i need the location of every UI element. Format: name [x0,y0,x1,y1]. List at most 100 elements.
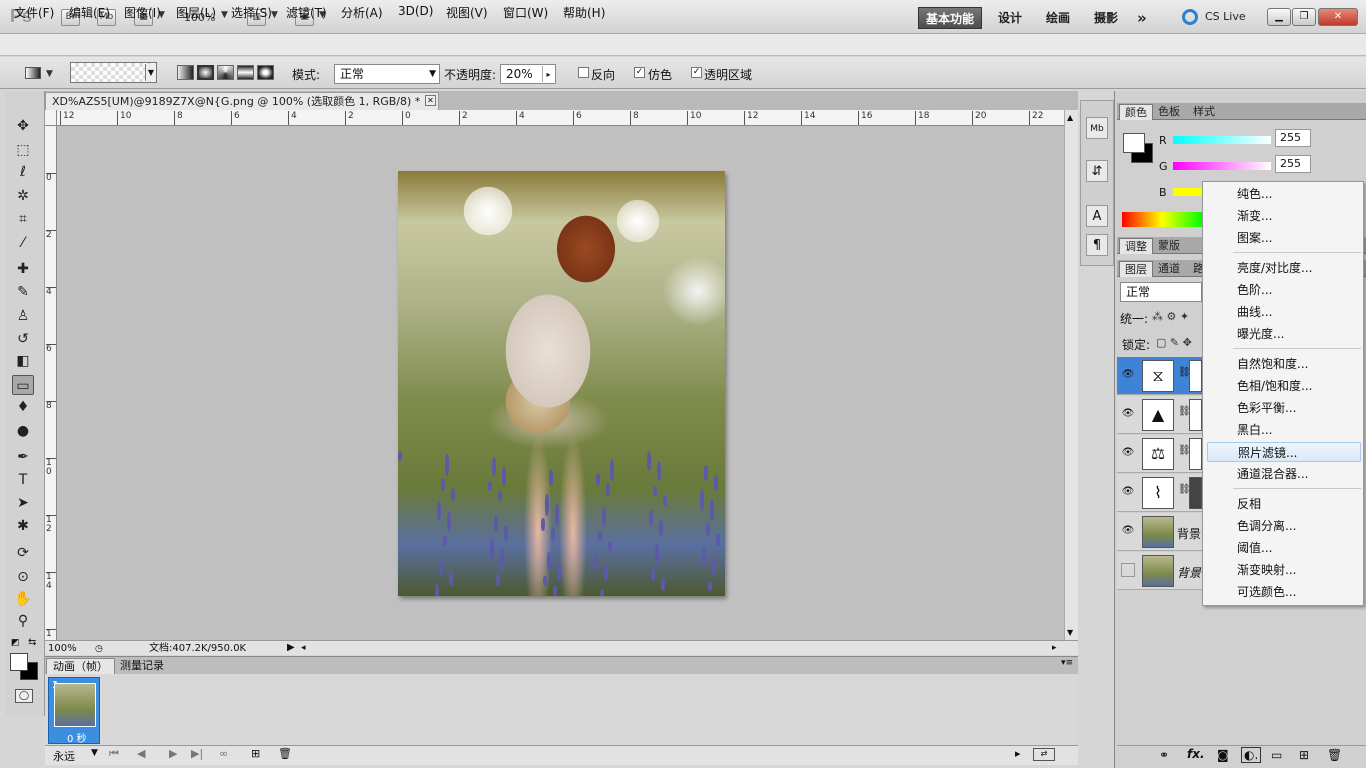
linear-gradient-icon[interactable] [177,65,194,80]
swap-colors-icon[interactable]: ⇆ [28,637,36,648]
menu-analysis[interactable]: 分析(A) [341,4,383,21]
menu-help[interactable]: 帮助(H) [563,4,605,21]
layer-row[interactable]: 👁 ▲ ⛓ [1117,396,1202,434]
workspace-photography[interactable]: 摄影 [1087,7,1125,29]
foreground-color-swatch[interactable] [10,653,28,671]
tab-layers[interactable]: 图层 [1119,261,1153,277]
chevron-down-icon[interactable]: ▼ [91,748,98,758]
tab-styles[interactable]: 样式 [1188,104,1220,120]
dodge-tool-icon[interactable]: ● [12,421,34,441]
history-panel-icon[interactable]: ⇵ [1086,160,1108,182]
eye-icon[interactable]: 👁 [1121,446,1135,460]
status-zoom[interactable]: 100% [48,642,77,656]
scroll-up-icon[interactable]: ▲ [1067,113,1073,122]
chevron-down-icon[interactable]: ▼ [271,10,278,20]
menu-item-threshold[interactable]: 阈值... [1237,538,1272,558]
paragraph-panel-icon[interactable]: ¶ [1086,234,1108,256]
menu-file[interactable]: 文件(F) [14,4,54,21]
menu-item-black-white[interactable]: 黑白... [1237,420,1272,440]
shape-tool-icon[interactable]: ✱ [12,516,34,536]
foreground-color-swatch[interactable] [1123,133,1145,153]
close-document-icon[interactable]: ✕ [425,95,436,106]
menu-item-solid-color[interactable]: 纯色... [1237,184,1272,204]
loop-option[interactable]: 永远 [53,748,75,764]
panel-menu-icon[interactable]: ▾≡ [1061,658,1073,668]
character-panel-icon[interactable]: A [1086,205,1108,227]
quick-selection-tool-icon[interactable]: ✲ [12,186,34,206]
default-colors-icon[interactable]: ◩ [11,638,20,648]
layer-name[interactable]: 背景 [1177,564,1201,581]
menu-view[interactable]: 视图(V) [446,4,488,21]
crop-tool-icon[interactable]: ⌗ [12,209,34,229]
workspace-design[interactable]: 设计 [991,7,1029,29]
mini-bridge-panel-icon[interactable]: Mb [1086,117,1108,139]
menu-select[interactable]: 选择(S) [231,4,272,21]
hand-tool-icon[interactable]: ✋ [12,589,34,609]
adjustment-layer-icon[interactable]: ◐. [1241,747,1262,763]
menu-filter[interactable]: 滤镜(T) [286,4,327,21]
vertical-ruler[interactable]: 0 2 4 6 8 1 0 1 2 1 4 1 [45,126,57,640]
tween-icon[interactable]: ∞ [219,747,228,760]
menu-item-brightness-contrast[interactable]: 亮度/对比度... [1237,258,1313,278]
menu-item-posterize[interactable]: 色调分离... [1237,516,1296,536]
workspace-painting[interactable]: 绘画 [1039,7,1077,29]
layer-row[interactable]: 背景 [1117,552,1202,590]
fx-icon[interactable]: fx. [1187,747,1205,761]
menu-item-pattern[interactable]: 图案... [1237,228,1272,248]
menu-item-selective-color[interactable]: 可选颜色... [1237,582,1296,602]
layer-row[interactable]: 👁 ⧖ ⛓ [1117,357,1202,395]
link-layers-icon[interactable]: ⚭ [1159,748,1169,762]
eye-icon[interactable]: 👁 [1121,485,1135,499]
status-info-icon[interactable]: ◷ [95,642,103,656]
new-frame-icon[interactable]: ⊞ [251,747,260,760]
transparency-checkbox[interactable]: ✓ [691,67,702,78]
menu-window[interactable]: 窗口(W) [503,4,548,21]
type-tool-icon[interactable]: T [12,470,34,490]
unify-icons[interactable]: ⁂ ⚙ ✦ [1152,310,1189,323]
g-slider[interactable] [1173,162,1271,170]
menu-item-curves[interactable]: 曲线... [1237,302,1272,322]
lock-icons[interactable]: ▢ ✎ ✥ [1156,336,1192,349]
menu-item-gradient[interactable]: 渐变... [1237,206,1272,226]
add-mask-icon[interactable]: ◙ [1217,748,1229,762]
workspace-essentials[interactable]: 基本功能 [918,7,983,29]
brush-tool-icon[interactable]: ✎ [12,282,34,302]
chevron-down-icon[interactable]: ▼ [145,64,156,81]
cs-live-icon[interactable] [1182,9,1198,25]
menu-item-photo-filter[interactable]: 照片滤镜... [1207,442,1361,462]
blend-mode-select[interactable]: 正常 [1120,282,1202,302]
new-group-icon[interactable]: ▭ [1271,748,1282,762]
menu-3d[interactable]: 3D(D) [398,4,433,18]
eyedropper-tool-icon[interactable]: ⁄ [12,233,34,253]
first-frame-icon[interactable]: ⏮ [109,747,119,761]
menu-item-gradient-map[interactable]: 渐变映射... [1237,560,1296,580]
cs-live-label[interactable]: CS Live [1205,10,1246,23]
eye-icon[interactable]: 👁 [1121,368,1135,382]
3d-orbit-tool-icon[interactable]: ⊙ [12,567,34,587]
gradient-tool-icon[interactable]: ▭ [12,375,34,395]
reverse-checkbox[interactable] [578,67,589,78]
blur-tool-icon[interactable]: ♦ [12,397,34,417]
delete-frame-icon[interactable]: 🗑 [278,747,292,760]
convert-timeline-icon[interactable]: ⇄ [1033,748,1055,761]
layer-row[interactable]: 👁 背景 [1117,513,1202,551]
path-selection-tool-icon[interactable]: ➤ [12,493,34,513]
scroll-down-icon[interactable]: ▼ [1067,628,1073,637]
layer-mask-thumb[interactable] [1189,360,1202,392]
slider-arrow-icon[interactable]: ▸ [542,66,554,82]
eye-icon[interactable]: 👁 [1121,407,1135,421]
gradient-preview[interactable] [70,62,157,83]
more-workspaces-icon[interactable]: » [1130,7,1154,29]
scroll-left-icon[interactable]: ◂ [301,641,306,655]
layer-row[interactable]: 👁 ⌇ ⛓ [1117,474,1202,512]
history-brush-tool-icon[interactable]: ↺ [12,329,34,349]
tab-swatches[interactable]: 色板 [1153,104,1185,120]
color-spectrum[interactable] [1122,212,1202,227]
g-input[interactable]: 255 [1275,155,1311,173]
diamond-gradient-icon[interactable] [257,65,274,80]
maximize-button[interactable]: ❐ [1292,8,1316,26]
canvas-image[interactable] [398,171,725,596]
layer-mask-thumb[interactable] [1189,477,1202,509]
timeline-toggle-icon[interactable]: ▸ [1015,747,1021,760]
tab-measurement-log[interactable]: 测量记录 [114,658,170,674]
